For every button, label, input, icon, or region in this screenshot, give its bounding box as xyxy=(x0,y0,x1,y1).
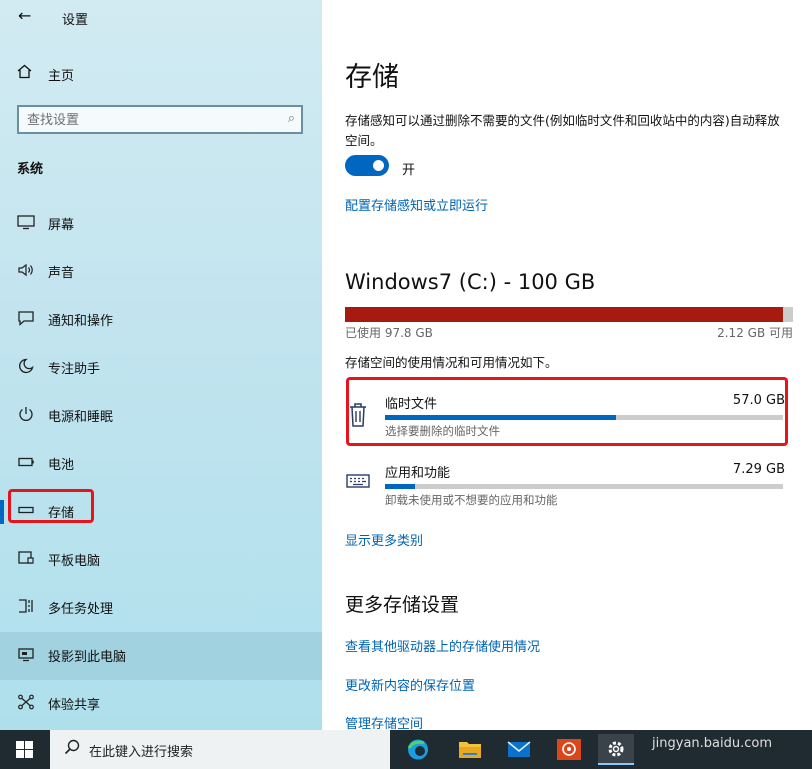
sidebar-item-label: 电池 xyxy=(48,458,75,473)
view-other-drives-link[interactable]: 查看其他驱动器上的存储使用情况 xyxy=(345,636,540,655)
search-box[interactable]: ⌕ xyxy=(17,105,303,134)
free-space-label: 2.12 GB 可用 xyxy=(717,326,793,340)
sidebar-item-sound[interactable]: 声音 xyxy=(0,248,322,296)
app-title: 设置 xyxy=(62,13,89,28)
more-storage-settings-heading: 更多存储设置 xyxy=(345,594,460,616)
sidebar-item-display[interactable]: 屏幕 xyxy=(0,200,322,248)
show-more-categories-link[interactable]: 显示更多类别 xyxy=(345,530,423,549)
home-icon xyxy=(17,64,32,83)
mail-icon[interactable] xyxy=(501,734,537,765)
active-indicator xyxy=(0,500,4,524)
sidebar-item-label: 声音 xyxy=(48,266,75,281)
sidebar-item-multitasking[interactable]: 多任务处理 xyxy=(0,584,322,632)
storage-page: 存储 存储感知可以通过删除不需要的文件(例如临时文件和回收站中的内容)自动释放空… xyxy=(322,0,812,732)
drive-usage-fill xyxy=(345,307,784,322)
settings-icon[interactable] xyxy=(598,734,634,765)
drive-usage-bar xyxy=(345,307,793,322)
share-icon xyxy=(16,694,36,712)
watermark-logo: Baidu经验 xyxy=(657,698,772,723)
category-usage-bar xyxy=(385,484,783,489)
storage-sense-toggle[interactable] xyxy=(345,155,389,176)
highlight-box xyxy=(8,489,94,523)
nav-home[interactable]: 主页 xyxy=(0,58,322,90)
category-apps-features[interactable]: 应用和功能 7.29 GB 卸载未使用或不想要的应用和功能 xyxy=(345,462,793,522)
drive-title: Windows7 (C:) - 100 GB xyxy=(345,270,596,294)
settings-sidebar: ← 设置 主页 ⌕ 系统 屏幕 声音 通知和操作 专注助手 xyxy=(0,0,322,730)
start-button[interactable] xyxy=(0,730,50,769)
usage-description: 存储空间的使用情况和可用情况如下。 xyxy=(345,355,558,370)
windows-logo-icon xyxy=(16,741,34,758)
watermark-url: jingyan.baidu.com xyxy=(652,736,772,751)
search-icon xyxy=(64,739,80,759)
search-icon: ⌕ xyxy=(287,111,295,126)
edge-icon[interactable] xyxy=(400,734,436,765)
monitor-icon xyxy=(16,214,36,232)
sidebar-item-project[interactable]: 投影到此电脑 xyxy=(0,632,322,680)
power-icon xyxy=(16,406,36,424)
sidebar-item-storage[interactable]: 存储 xyxy=(0,488,322,536)
sidebar-item-label: 专注助手 xyxy=(48,362,101,377)
sidebar-item-label: 体验共享 xyxy=(48,698,101,713)
category-subtitle: 卸载未使用或不想要的应用和功能 xyxy=(385,493,558,507)
storage-sense-description: 存储感知可以通过删除不需要的文件(例如临时文件和回收站中的内容)自动释放空间。 xyxy=(345,113,780,148)
toggle-knob xyxy=(373,160,384,171)
battery-icon xyxy=(16,454,36,472)
sidebar-item-label: 投影到此电脑 xyxy=(48,650,127,665)
search-input[interactable] xyxy=(27,111,277,129)
sidebar-item-notifications[interactable]: 通知和操作 xyxy=(0,296,322,344)
used-space-label: 已使用 97.8 GB xyxy=(345,326,433,340)
sidebar-item-label: 平板电脑 xyxy=(48,554,101,569)
nav-home-label: 主页 xyxy=(48,69,75,84)
project-icon xyxy=(16,646,36,664)
taskbar-search-text: 在此键入进行搜索 xyxy=(89,745,194,760)
file-explorer-icon[interactable] xyxy=(452,734,488,765)
sidebar-item-battery[interactable]: 电池 xyxy=(0,440,322,488)
multitask-icon xyxy=(16,598,36,616)
sidebar-item-tablet[interactable]: 平板电脑 xyxy=(0,536,322,584)
category-usage-fill xyxy=(385,484,415,489)
sidebar-item-power-sleep[interactable]: 电源和睡眠 xyxy=(0,392,322,440)
change-save-location-link[interactable]: 更改新内容的保存位置 xyxy=(345,675,475,694)
category-size: 7.29 GB xyxy=(732,462,785,477)
sidebar-item-shared-experiences[interactable]: 体验共享 xyxy=(0,680,322,728)
speaker-icon xyxy=(16,262,36,280)
sidebar-item-focus-assist[interactable]: 专注助手 xyxy=(0,344,322,392)
store-icon[interactable] xyxy=(551,734,587,765)
taskbar-search-box[interactable]: 在此键入进行搜索 xyxy=(50,730,390,769)
keyboard-icon xyxy=(345,470,371,500)
sidebar-item-label: 电源和睡眠 xyxy=(48,410,114,425)
back-arrow-icon[interactable]: ← xyxy=(18,6,31,25)
sidebar-item-label: 通知和操作 xyxy=(48,314,114,329)
moon-icon xyxy=(16,358,36,376)
highlight-box xyxy=(346,377,788,446)
category-temp-files[interactable]: 临时文件 57.0 GB 选择要删除的临时文件 xyxy=(345,377,793,453)
sidebar-item-label: 多任务处理 xyxy=(48,602,114,617)
tablet-icon xyxy=(16,550,36,568)
page-title: 存储 xyxy=(345,62,399,93)
sidebar-item-label: 屏幕 xyxy=(48,218,75,233)
toggle-state-label: 开 xyxy=(402,163,416,178)
section-title: 系统 xyxy=(17,162,44,177)
title-bar: ← 设置 xyxy=(0,0,322,34)
configure-storage-sense-link[interactable]: 配置存储感知或立即运行 xyxy=(345,195,488,214)
notification-icon xyxy=(16,310,36,328)
category-name: 应用和功能 xyxy=(385,466,451,481)
